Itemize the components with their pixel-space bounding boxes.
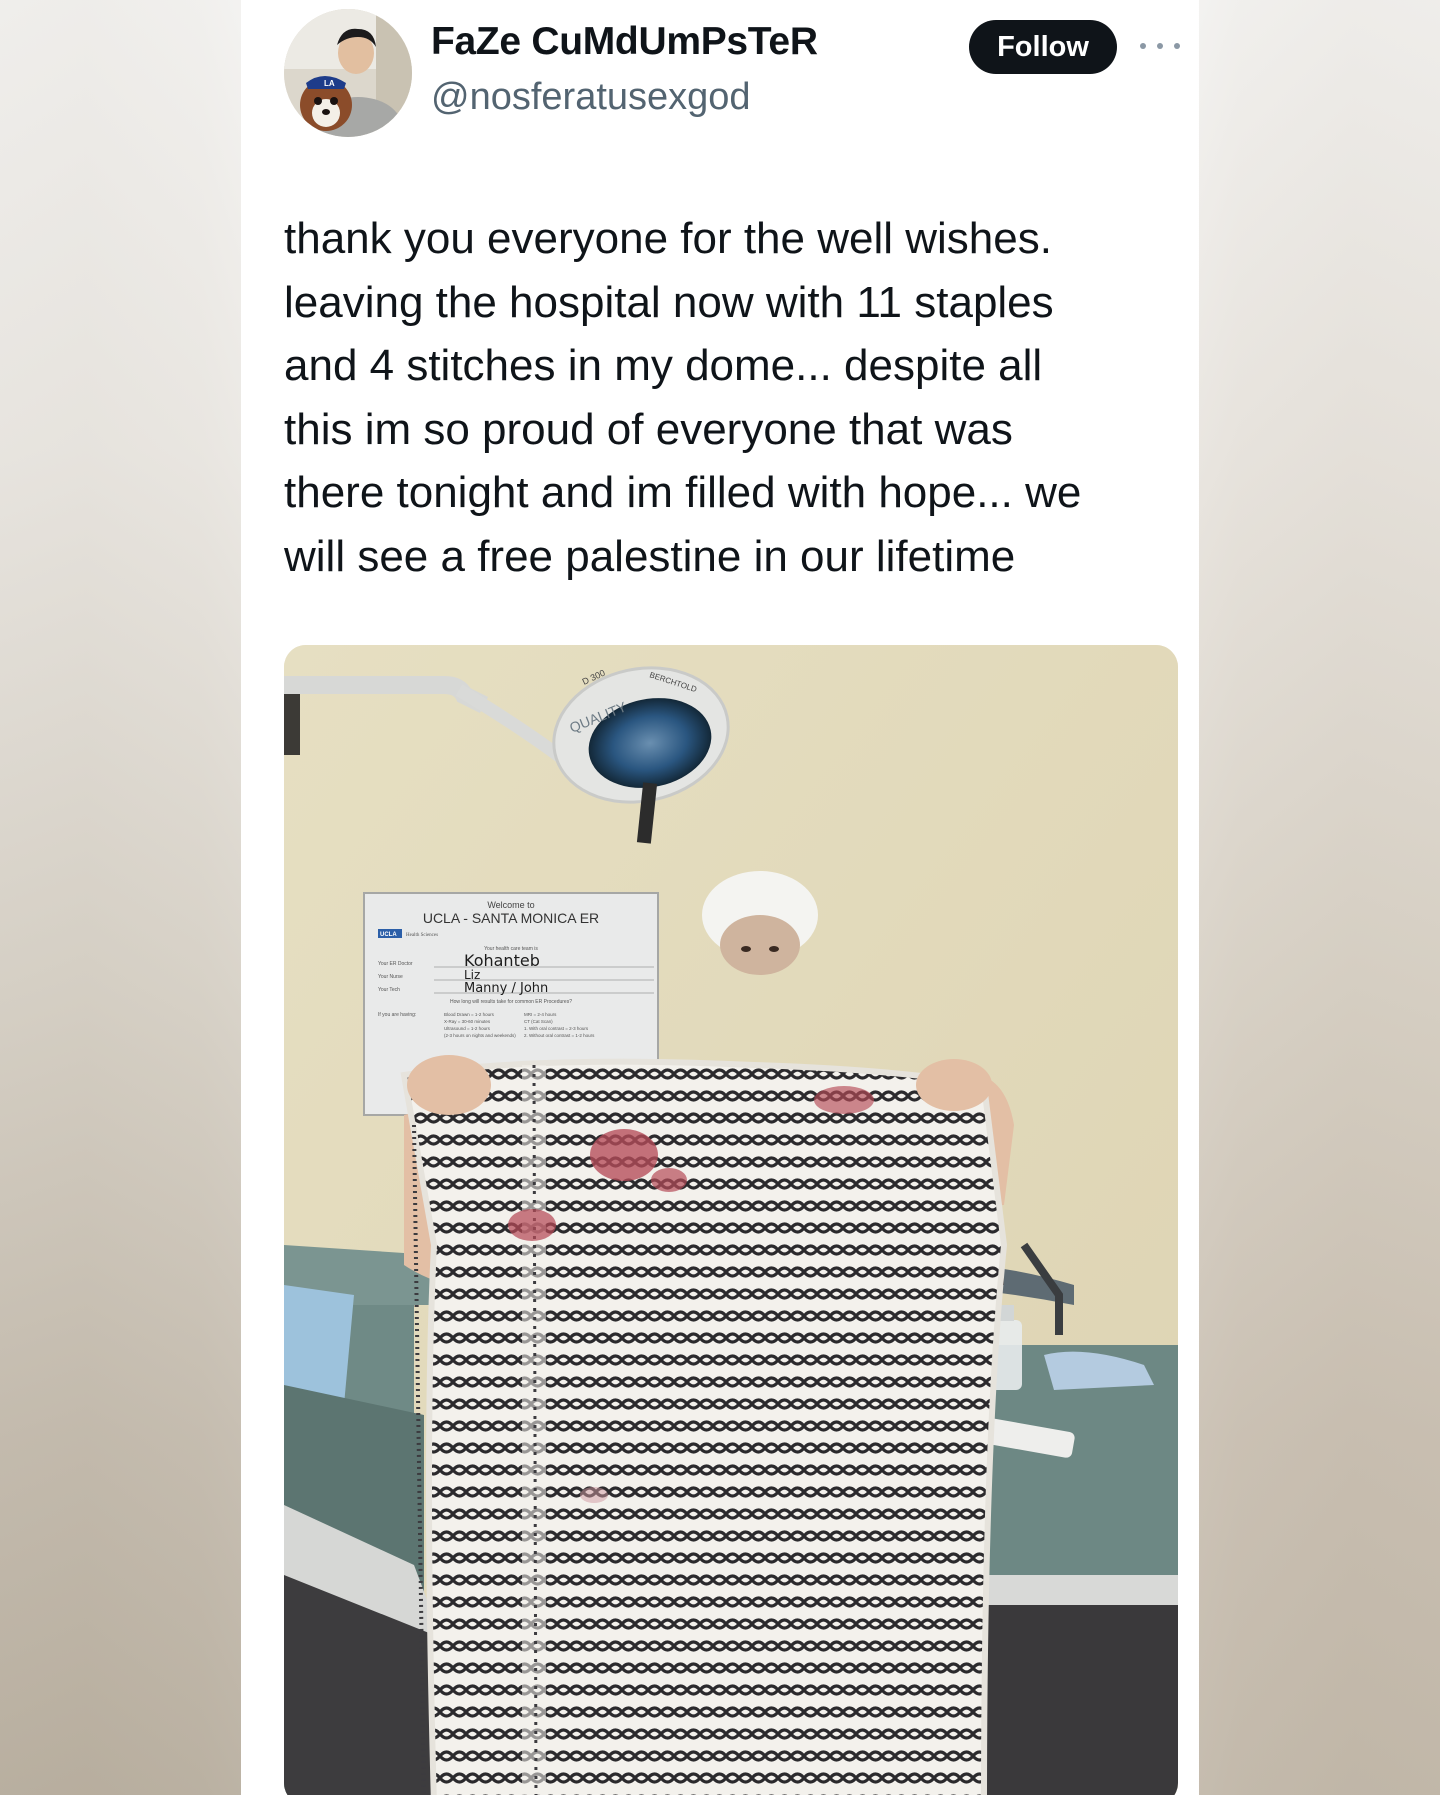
sign-proc-right-2: CT (Cat Scan) (524, 1019, 553, 1024)
sign-proc-left-1: Blood Drawn = 1-2 hours (444, 1012, 495, 1017)
dot (1140, 43, 1146, 49)
sign-proc-right-1: MRI = 2-4 hours (524, 1012, 557, 1017)
tweet-card: LA FaZe CuMdUmPsTeR @nosferatusexgod Fol… (241, 0, 1197, 1795)
sign-proc-left-2: X-Ray = 30-60 minutes (444, 1019, 491, 1024)
svg-text:LA: LA (324, 79, 335, 88)
sign-welcome: Welcome to (487, 900, 534, 910)
sign-nurse-label: Your Nurse (378, 974, 403, 980)
dot (1157, 43, 1163, 49)
sign-proc-right-4: 2. Without oral contrast = 1-2 hours (524, 1033, 595, 1038)
hospital-photo: QUALITY D 300 BERCHTOLD Welcome to UCLA … (284, 645, 1178, 1795)
background-blur-right (1199, 0, 1440, 1795)
author-handle[interactable]: @nosferatusexgod (431, 76, 751, 119)
follow-button[interactable]: Follow (969, 20, 1117, 74)
more-horizontal-icon[interactable] (1140, 34, 1180, 58)
sign-logo-sub: Health Sciences (406, 933, 438, 938)
avatar-photo: LA (284, 9, 412, 137)
background-blur-left (0, 0, 241, 1795)
sign-tech-label: Your Tech (378, 987, 400, 993)
sign-results-heading: How long will results take for common ER… (450, 999, 572, 1005)
sign-doctor-label: Your ER Doctor (378, 961, 413, 967)
screenshot-stage: LA FaZe CuMdUmPsTeR @nosferatusexgod Fol… (0, 0, 1440, 1795)
sign-nurse-value: Liz (464, 968, 480, 982)
tweet-text: thank you everyone for the well wishes. … (284, 214, 1082, 581)
sign-tech-value: Manny / John (464, 981, 548, 996)
sign-proc-right-3: 1. With oral contrast = 2-3 hours (524, 1026, 589, 1031)
dot (1174, 43, 1180, 49)
avatar[interactable]: LA (284, 9, 412, 137)
sign-title: UCLA - SANTA MONICA ER (423, 910, 599, 926)
tweet-photo[interactable]: QUALITY D 300 BERCHTOLD Welcome to UCLA … (284, 645, 1178, 1795)
sign-proc-left-3: Ultrasound = 1-2 hours (444, 1026, 491, 1031)
sign-logo: UCLA (380, 932, 397, 938)
sign-waiting-label: If you are having: (378, 1012, 416, 1018)
author-display-name[interactable]: FaZe CuMdUmPsTeR (431, 20, 818, 64)
sign-proc-left-4: (2-3 hours on nights and weekends) (444, 1033, 516, 1038)
